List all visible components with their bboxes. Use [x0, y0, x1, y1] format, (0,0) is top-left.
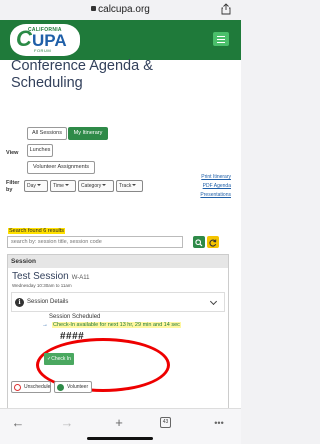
session-panel: Session Test Session W-A11 Wednesday 10:3… — [7, 254, 229, 408]
logo-bottom-text: FORUM — [34, 48, 52, 53]
checkin-button[interactable]: ✓Check In — [44, 353, 74, 365]
lock-icon — [91, 6, 97, 11]
session-title-row: Test Session W-A11 — [12, 271, 90, 282]
checkin-notice: Check-In available for next 13 hr, 29 mi… — [52, 322, 181, 328]
site-header: CALIFORNIA C UPA FORUM — [0, 20, 241, 60]
pdf-agenda-link[interactable]: PDF Agenda — [203, 183, 231, 189]
url-text: calcupa.org — [98, 4, 150, 15]
track-select-value: Track — [119, 183, 132, 189]
category-select-value: Category — [81, 183, 102, 189]
more-menu-icon[interactable]: ••• — [209, 418, 229, 428]
unschedule-button[interactable]: Unschedule — [11, 381, 51, 393]
hamburger-menu-icon[interactable] — [213, 32, 229, 46]
volunteer-label: Volunteer — [67, 384, 89, 390]
chevron-down-icon — [209, 297, 218, 306]
session-panel-header: Session — [8, 255, 228, 268]
logo-mark-c: C — [16, 26, 32, 51]
search-icon — [195, 239, 203, 247]
session-scheduled-label: Session Scheduled — [49, 314, 101, 320]
new-tab-plus-icon[interactable]: + — [109, 415, 129, 430]
web-page: CALIFORNIA C UPA FORUM Conference Agenda… — [0, 20, 241, 408]
session-date: Wednesday 10:30am to 11am — [12, 283, 72, 288]
arrow-right-icon: → — [42, 322, 48, 328]
chevron-down-icon — [64, 184, 69, 186]
tab-volunteer-assignments[interactable]: Volunteer Assignments — [27, 161, 95, 174]
unschedule-icon — [14, 384, 21, 391]
print-itinerary-link[interactable]: Print Itinerary — [201, 174, 231, 180]
category-select[interactable]: Category — [78, 180, 114, 192]
session-code: W-A11 — [71, 275, 90, 281]
tab-count-button[interactable]: 43 — [160, 417, 171, 428]
session-details-label: Session Details — [27, 299, 69, 305]
home-indicator — [87, 437, 153, 440]
search-results-count: Search found 6 results — [8, 228, 66, 234]
unschedule-label: Unschedule — [24, 384, 51, 390]
refresh-icon — [209, 239, 217, 247]
day-select-value: Day — [27, 183, 36, 189]
track-select[interactable]: Track — [116, 180, 143, 192]
time-select-value: Time — [53, 183, 64, 189]
volunteer-button[interactable]: Volunteer — [54, 381, 92, 393]
tab-all-sessions[interactable]: All Sessions — [27, 127, 67, 140]
volunteer-icon — [57, 384, 64, 391]
url-display[interactable]: calcupa.org — [0, 4, 241, 15]
day-select[interactable]: Day — [24, 180, 48, 192]
site-logo[interactable]: CALIFORNIA C UPA FORUM — [10, 24, 80, 56]
presentations-link[interactable]: Presentations — [200, 192, 231, 198]
tab-lunches[interactable]: Lunches — [27, 144, 53, 157]
tab-my-itinerary[interactable]: My Itinerary — [68, 127, 108, 140]
search-button[interactable] — [193, 236, 205, 248]
share-icon[interactable] — [221, 3, 231, 15]
session-details-toggle[interactable]: i Session Details — [11, 292, 225, 312]
view-label: View — [6, 150, 19, 156]
chevron-down-icon — [132, 184, 137, 186]
search-input[interactable] — [7, 236, 183, 248]
info-icon: i — [15, 298, 24, 307]
back-arrow-icon[interactable]: ← — [8, 415, 28, 430]
chevron-down-icon — [102, 184, 107, 186]
session-title: Test Session — [12, 271, 69, 282]
browser-url-bar[interactable]: calcupa.org — [0, 0, 241, 20]
time-select[interactable]: Time — [50, 180, 76, 192]
filter-label: Filter by — [6, 180, 20, 193]
page-title: Conference Agenda & Scheduling — [11, 58, 153, 91]
reset-search-button[interactable] — [207, 236, 219, 248]
chevron-down-icon — [36, 184, 41, 186]
forward-arrow-icon[interactable]: → — [57, 415, 77, 430]
